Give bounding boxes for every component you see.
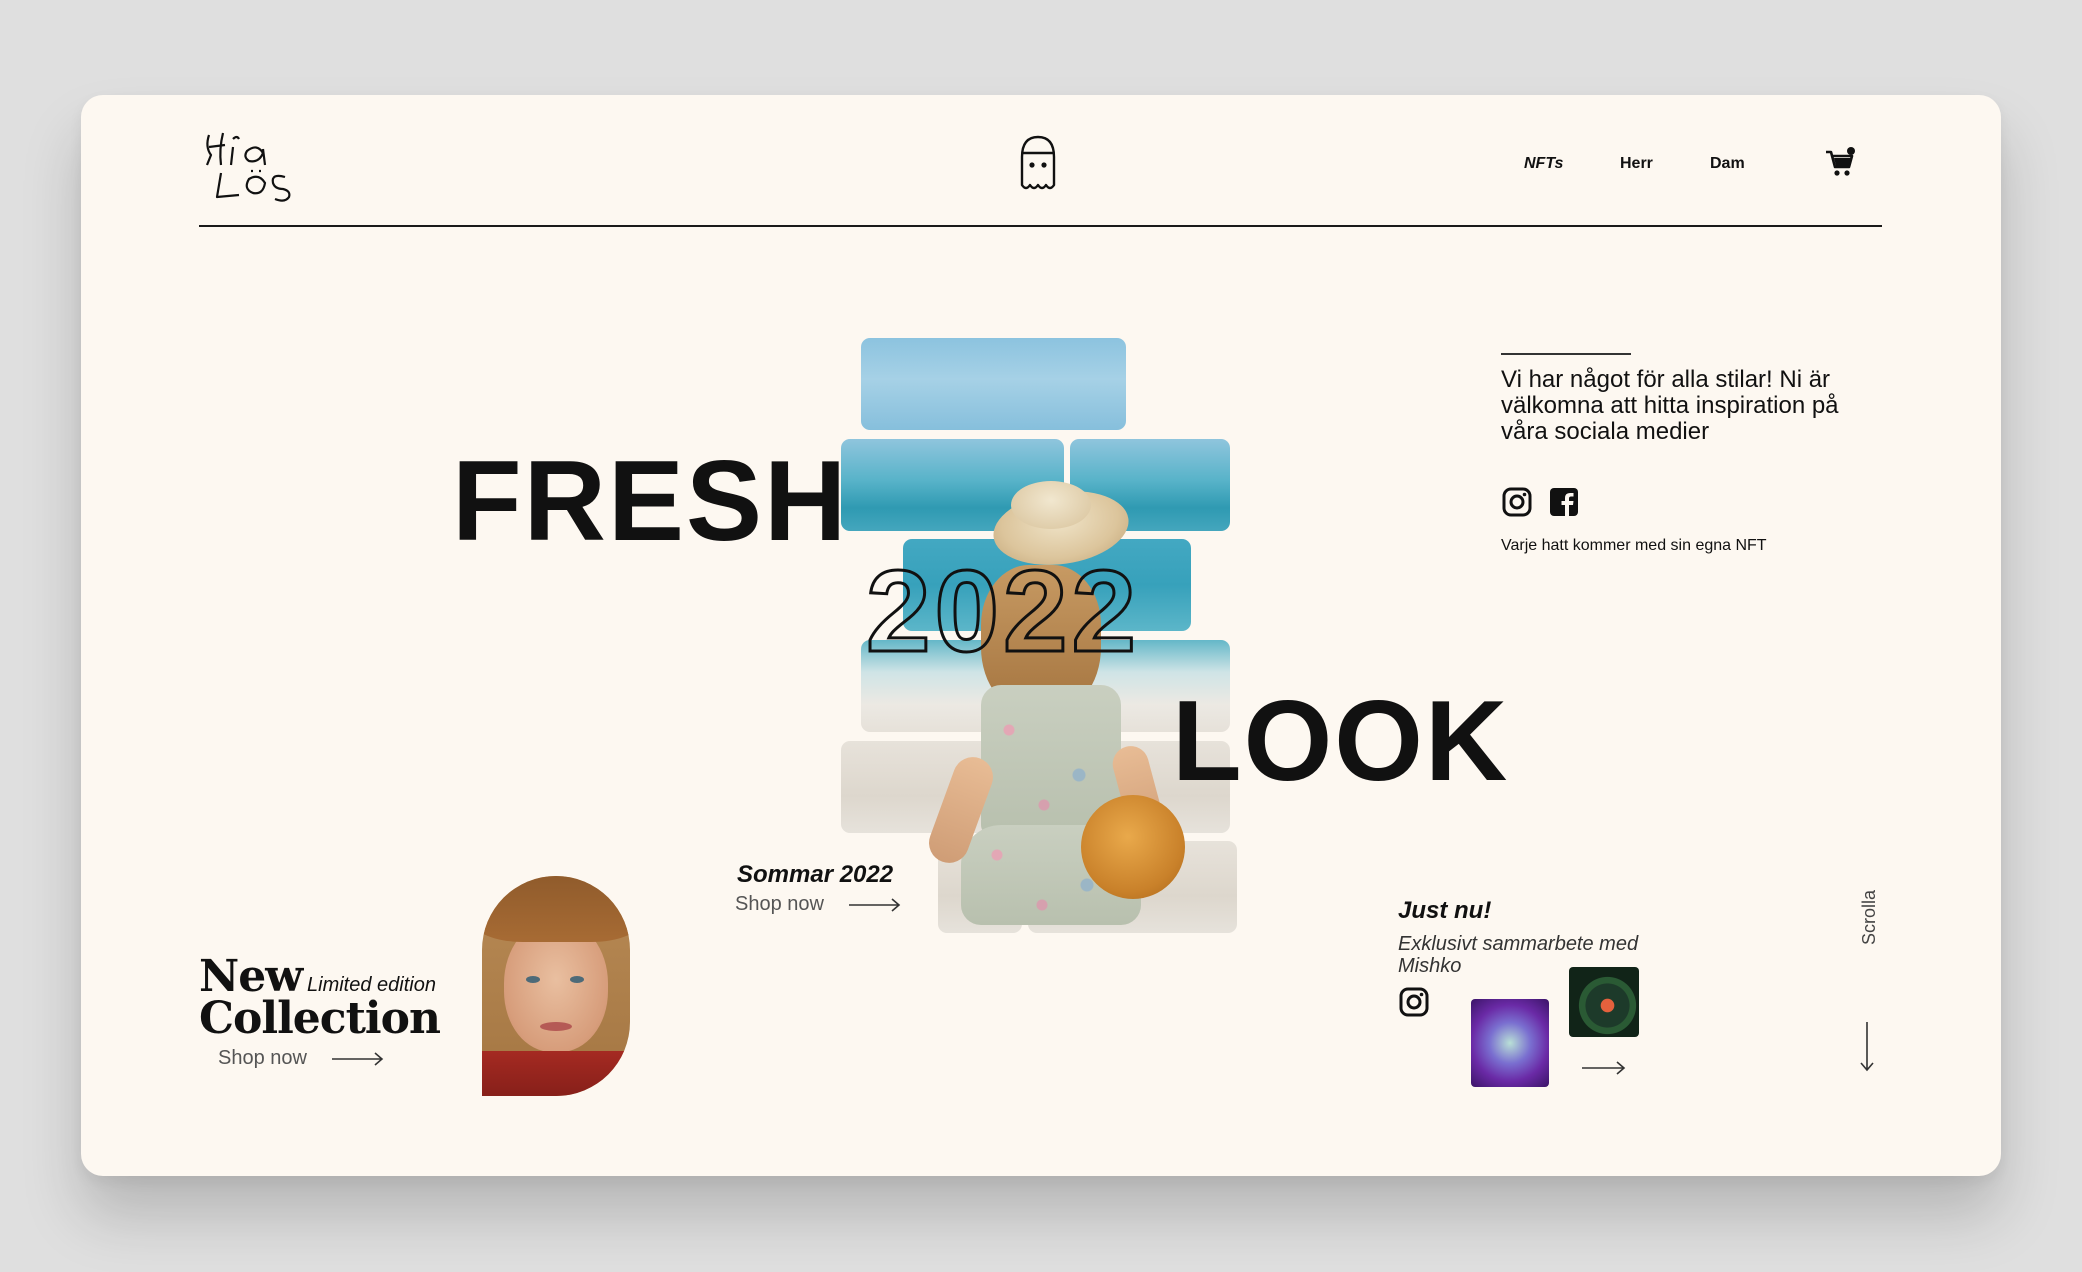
hero-year-outline: 2022 [864,546,1141,676]
sommar-title: Sommar 2022 [737,861,894,888]
just-nu-title: Just nu! [1398,897,1492,924]
arrow-right-icon[interactable] [1582,1061,1626,1075]
scroll-label[interactable]: Scrolla [1859,890,1880,945]
photo-detail [1011,481,1091,529]
info-divider [1501,353,1631,355]
arrow-right-icon[interactable] [332,1052,384,1066]
hero-word-look: LOOK [1172,678,1510,805]
facebook-icon[interactable] [1548,486,1580,518]
info-text: Vi har något för alla stilar! Ni är välk… [1501,366,1839,445]
photo-detail [482,1051,630,1096]
photo-detail [540,1022,572,1031]
nft-thumbnail[interactable] [1569,967,1639,1037]
nft-note: Varje hatt kommer med sin egna NFT [1501,537,1767,554]
photo-detail [526,976,540,983]
sommar-shop-now-link[interactable]: Shop now [735,893,824,916]
photo-detail [482,876,630,942]
photo-tile [861,338,1126,430]
arrow-right-icon[interactable] [849,898,901,912]
hero-card: NFTs Herr Dam FRESH 2022 LOOK Vi har någ… [81,95,2001,1176]
hero-word-fresh: FRESH [452,438,849,565]
model-portrait-image[interactable] [482,876,630,1096]
photo-detail [1081,795,1185,899]
photo-detail [570,976,584,983]
instagram-icon[interactable] [1398,986,1430,1018]
collection-shop-now-link[interactable]: Shop now [218,1047,307,1070]
instagram-icon[interactable] [1501,486,1533,518]
arrow-down-icon[interactable] [1860,1022,1874,1072]
nft-thumbnail[interactable] [1471,999,1549,1087]
collection-heading: Collection [199,993,441,1044]
